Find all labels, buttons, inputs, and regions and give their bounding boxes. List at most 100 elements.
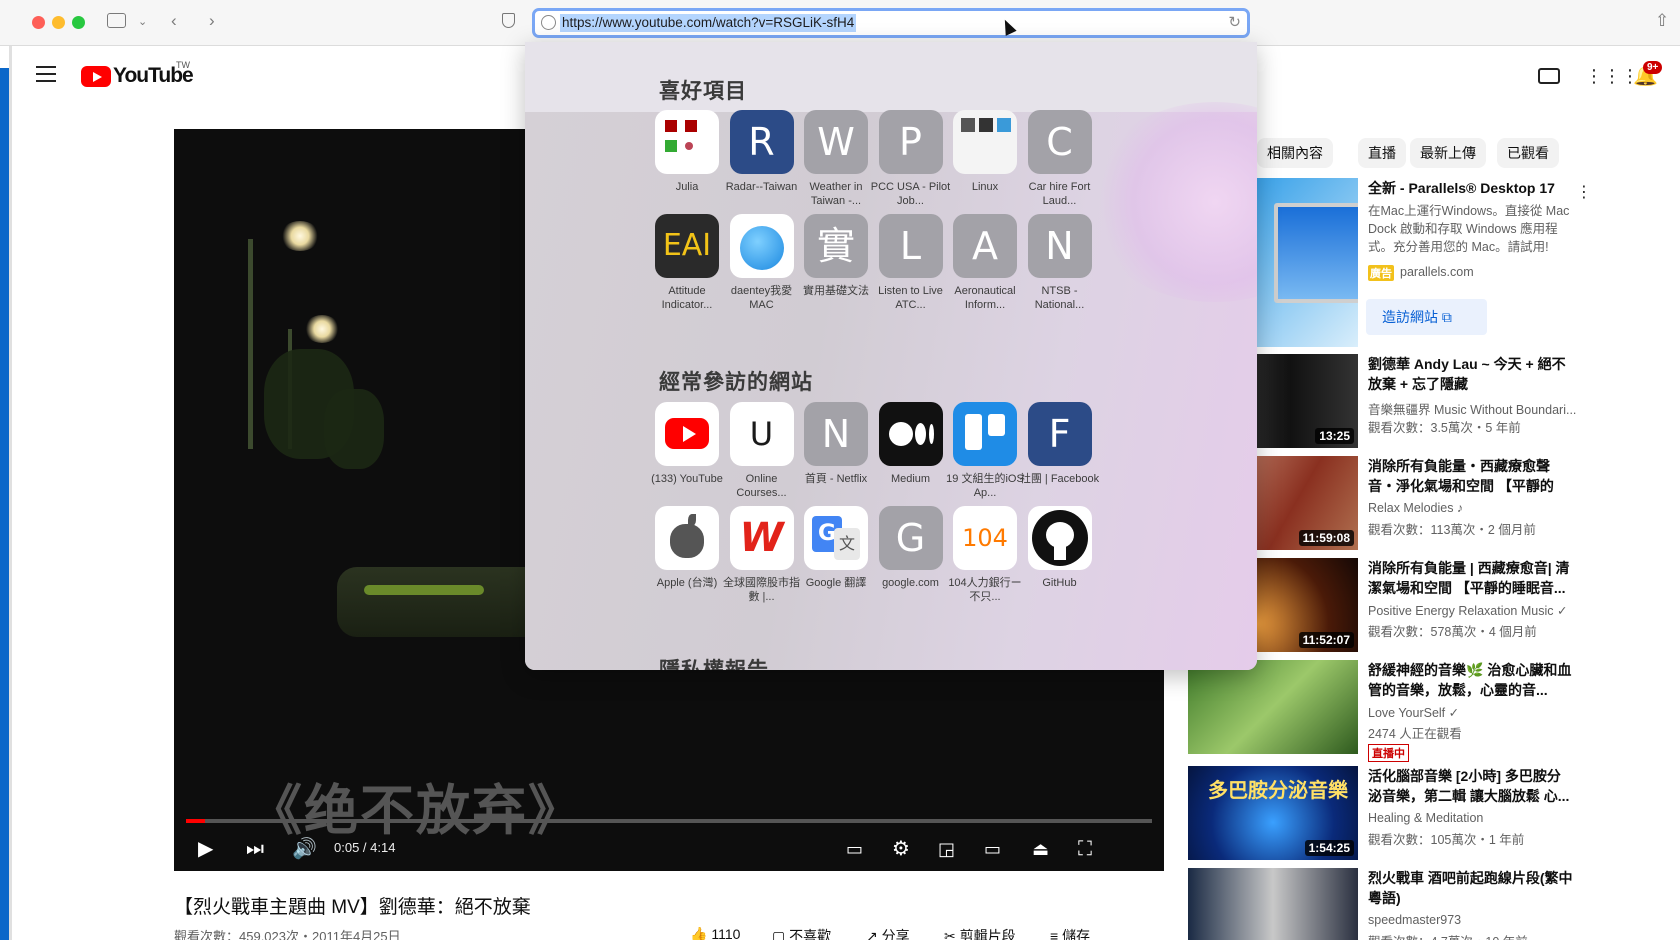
more-options-icon[interactable]: ⋮ <box>1576 182 1592 202</box>
miniplayer-icon[interactable]: ◲ <box>938 837 955 861</box>
rec-views: 觀看次數：3.5萬次・5 年前 <box>1368 421 1521 435</box>
favorite-tile[interactable]: daentey我愛MAC <box>722 214 802 312</box>
rec-thumbnail[interactable]: 多巴胺分泌音樂 1:54:25 <box>1188 766 1358 860</box>
rec-channel[interactable]: Healing & Meditation <box>1368 811 1483 825</box>
frequent-tile[interactable]: N 首頁 - Netflix <box>796 402 876 500</box>
settings-gear-icon[interactable]: ⚙ <box>892 837 910 861</box>
airplay-icon[interactable]: ⏏ <box>1032 837 1049 861</box>
rec-channel[interactable]: Love YourSelf ✓ <box>1368 705 1459 720</box>
progress-bar[interactable] <box>186 819 1152 823</box>
favorite-tile[interactable]: Linux <box>945 110 1025 208</box>
reload-icon[interactable]: ↻ <box>1228 13 1241 31</box>
favorite-tile[interactable]: 實實用基礎文法 <box>796 214 876 312</box>
rec-channel[interactable]: Positive Energy Relaxation Music ✓ <box>1368 603 1567 618</box>
frequent-tile[interactable]: F 社團 | Facebook <box>1020 402 1100 500</box>
theater-mode-icon[interactable]: ▭ <box>984 837 1001 861</box>
create-video-icon[interactable] <box>1538 68 1560 84</box>
fullscreen-icon[interactable]: ⛶ <box>1078 837 1092 861</box>
youtube-logo-icon[interactable] <box>81 66 111 87</box>
favorite-tile[interactable]: EAI Attitude Indicator... <box>647 214 727 312</box>
rec-title[interactable]: 消除所有負能量 | 西藏療愈音| 清潔氣場和空間 【平靜的睡眠音... <box>1368 558 1573 598</box>
favorite-site-label: Aeronautical Inform... <box>954 285 1016 311</box>
ad-thumbnail[interactable] <box>1256 178 1358 347</box>
favorite-tile[interactable]: N NTSB - National... <box>1020 214 1100 312</box>
frequent-tile[interactable]: (133) YouTube <box>647 402 727 500</box>
hamburger-menu-icon[interactable] <box>36 66 56 82</box>
video-title: 【烈火戰車主題曲 MV】劉德華：絕不放棄 <box>174 897 531 918</box>
favorite-site-icon: P <box>878 110 943 174</box>
clip-label: 剪輯片段 <box>959 928 1016 940</box>
volume-icon[interactable]: 🔊 <box>292 837 317 861</box>
favorite-tile[interactable]: A Aeronautical Inform... <box>945 214 1025 312</box>
frequent-tile[interactable]: 104 104人力銀行ー不只... <box>945 506 1025 604</box>
next-icon[interactable]: ⏭ <box>246 837 264 861</box>
street-lamp <box>304 315 340 343</box>
ad-title[interactable]: 全新 - Parallels® Desktop 17 <box>1368 178 1568 198</box>
frequent-site-icon: G <box>878 506 943 570</box>
zoom-window-button[interactable] <box>72 16 85 29</box>
favorite-tile[interactable]: P PCC USA - Pilot Job... <box>871 110 951 208</box>
frequent-tile[interactable]: Medium <box>871 402 951 500</box>
video-subtitle: 《绝不放弃》 <box>248 778 584 842</box>
visit-site-button[interactable]: 造訪網站 ⧉ <box>1366 299 1487 335</box>
close-window-button[interactable] <box>32 16 45 29</box>
rec-title[interactable]: 劉德華 Andy Lau ~ 今天 + 絕不放棄 + 忘了隱藏 <box>1368 354 1573 394</box>
minimize-window-button[interactable] <box>52 16 65 29</box>
save-label: 儲存 <box>1062 928 1091 940</box>
rec-title[interactable]: 活化腦部音樂 [2小時] 多巴胺分泌音樂，第二輯 讓大腦放鬆 心... <box>1368 766 1573 806</box>
frequent-tile[interactable]: 19 文組生的iOS Ap... <box>945 402 1025 500</box>
frequent-site-icon: N <box>804 402 868 466</box>
chevron-down-icon[interactable]: ⌄ <box>138 12 147 32</box>
chip-watched[interactable]: 已觀看 <box>1497 138 1559 168</box>
favorite-tile[interactable]: L Listen to Live ATC... <box>871 214 951 312</box>
favorite-tile[interactable]: R Radar--Taiwan <box>722 110 802 208</box>
url-text[interactable]: https://www.youtube.com/watch?v=RSGLiK-s… <box>560 14 857 32</box>
play-icon[interactable]: ▶ <box>198 837 213 861</box>
share-button[interactable]: ↗ 分享 <box>866 926 910 940</box>
back-arrow-icon[interactable]: ‹ <box>171 11 177 31</box>
rec-views: 觀看次數：578萬次・4 個月前 <box>1368 625 1537 639</box>
frequent-site-label: Google 翻譯 <box>805 577 867 589</box>
rec-channel[interactable]: Relax Melodies ♪ <box>1368 501 1463 515</box>
frequent-tile[interactable]: U Online Courses... <box>722 402 802 500</box>
favorite-tile[interactable]: C Car hire Fort Laud... <box>1020 110 1100 208</box>
region-code: TW <box>176 60 190 70</box>
save-button[interactable]: ≡ 儲存 <box>1050 926 1090 940</box>
favorite-site-letter: L <box>899 224 922 268</box>
rec-title[interactable]: 烈火戰車 酒吧前起跑線片段(繁中粵語) <box>1368 868 1573 908</box>
rec-thumbnail[interactable] <box>1188 868 1358 940</box>
sidebar-toggle-icon[interactable] <box>107 13 126 28</box>
favorite-site-label: Car hire Fort Laud... <box>1028 181 1091 207</box>
favorites-heading: 喜好項目 <box>659 80 747 103</box>
frequent-tile[interactable]: Ggoogle.com <box>871 506 951 604</box>
rec-title[interactable]: 消除所有負能量・西藏療愈聲音・淨化氣場和空間 【平靜的睡... <box>1368 456 1573 496</box>
address-bar[interactable]: https://www.youtube.com/watch?v=RSGLiK-s… <box>532 8 1250 38</box>
rec-views: 觀看次數：105萬次・1 年前 <box>1368 833 1525 847</box>
favorite-site-label: Weather in Taiwan -... <box>809 181 863 207</box>
rec-channel[interactable]: 音樂無疆界 Music Without Boundari... <box>1368 399 1576 418</box>
clip-button[interactable]: ✂ 剪輯片段 <box>944 926 1016 940</box>
favorite-site-label: Listen to Live ATC... <box>878 285 943 311</box>
frequent-site-icon: F <box>1027 402 1092 466</box>
like-button[interactable]: 👍 1110 <box>690 926 740 940</box>
frequent-heading: 經常參訪的網站 <box>659 371 813 394</box>
rec-channel[interactable]: speedmaster973 <box>1368 913 1461 927</box>
privacy-shield-icon[interactable] <box>502 13 515 28</box>
forward-arrow-icon[interactable]: › <box>209 11 215 31</box>
frequent-tile[interactable]: W 全球國際股市指數 |... <box>722 506 802 604</box>
frequent-tile[interactable]: GitHub <box>1020 506 1100 604</box>
share-icon[interactable]: ⇧ <box>1655 11 1669 31</box>
rec-thumbnail[interactable] <box>1188 660 1358 754</box>
frequent-tile[interactable]: Apple (台灣) <box>647 506 727 604</box>
dislike-button[interactable]: ▢ 不喜歡 <box>772 926 831 940</box>
apps-grid-icon[interactable]: ⋮⋮⋮ <box>1585 66 1639 86</box>
chip-related[interactable]: 相關內容 <box>1257 138 1333 168</box>
favorite-tile[interactable]: W Weather in Taiwan -... <box>796 110 876 208</box>
frequent-tile[interactable]: G 文 Google 翻譯 <box>796 506 876 604</box>
rec-title[interactable]: 舒緩神經的音樂🌿 治愈心臟和血管的音樂，放鬆，心靈的音... <box>1368 660 1573 700</box>
chip-recent[interactable]: 最新上傳 <box>1410 138 1486 168</box>
chip-live[interactable]: 直播 <box>1358 138 1406 168</box>
favorite-tile[interactable]: Julia <box>647 110 727 208</box>
subtitles-icon[interactable]: ▭ <box>846 837 863 861</box>
imac-illustration <box>1274 203 1358 303</box>
